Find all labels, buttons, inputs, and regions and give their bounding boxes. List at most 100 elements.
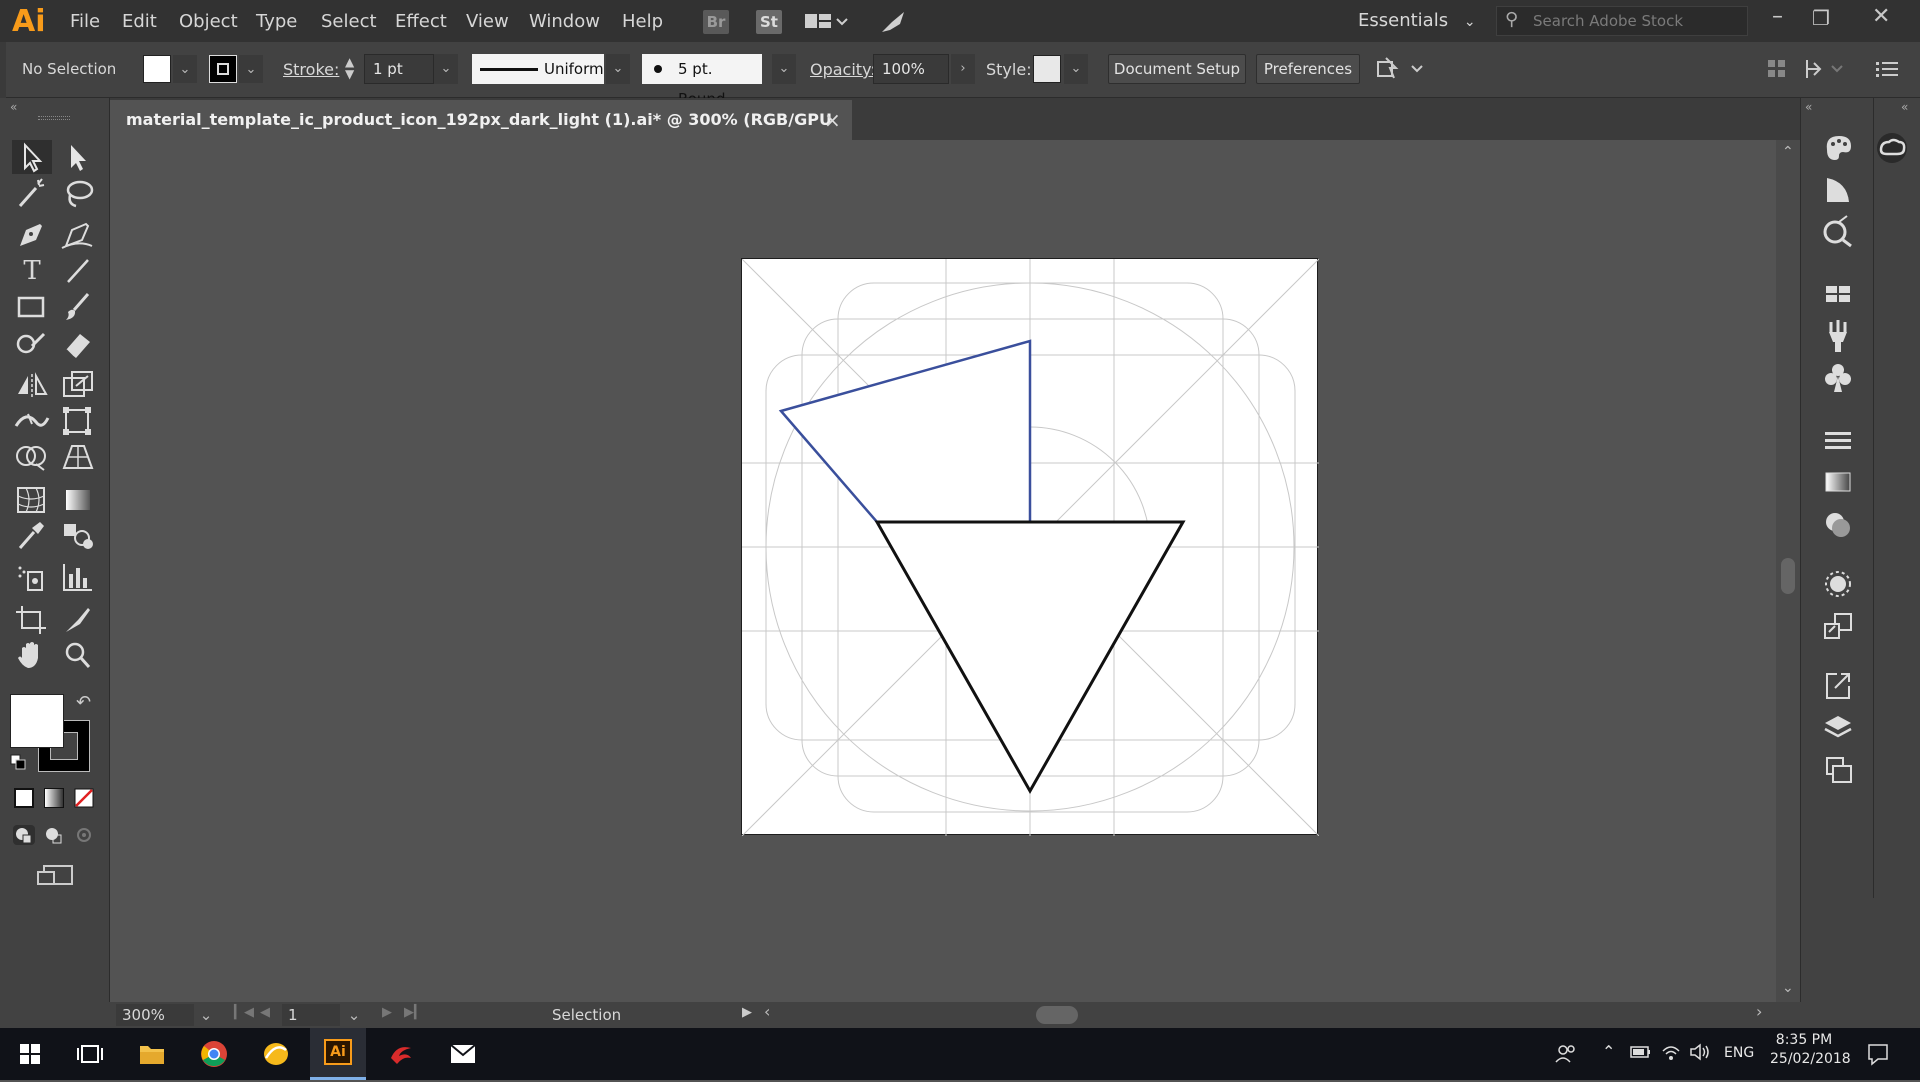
people-icon[interactable]: [1554, 1042, 1578, 1066]
previous-artboard-button[interactable]: ◀: [260, 1005, 270, 1020]
artboard-dropdown[interactable]: ⌄: [344, 1004, 364, 1026]
vertical-scroll-thumb[interactable]: [1781, 558, 1795, 594]
layers-panel-button[interactable]: [1813, 708, 1863, 748]
file-explorer-button[interactable]: [128, 1036, 176, 1072]
bridge-button[interactable]: Br: [703, 10, 729, 34]
transparency-panel-button[interactable]: [1813, 504, 1863, 544]
menu-file[interactable]: File: [70, 11, 100, 32]
artboards-panel-button[interactable]: [1813, 750, 1863, 790]
mail-app-button[interactable]: [252, 1036, 300, 1072]
control-bar-grip[interactable]: [0, 42, 6, 98]
scale-tool[interactable]: [58, 368, 98, 402]
column-graph-tool[interactable]: [58, 560, 98, 594]
brush-definition[interactable]: 5 pt. Round: [642, 54, 762, 108]
battery-icon[interactable]: [1630, 1044, 1652, 1060]
start-button[interactable]: [6, 1036, 54, 1072]
gradient-panel-button[interactable]: [1813, 462, 1863, 502]
minimize-button[interactable]: –: [1772, 4, 1783, 29]
artboard-tool[interactable]: [12, 602, 52, 636]
fill-dropdown[interactable]: ⌄: [173, 55, 197, 83]
stroke-profile-dropdown[interactable]: ⌄: [606, 54, 630, 84]
collapse-dock-icon[interactable]: «: [1805, 100, 1812, 114]
draw-normal-button[interactable]: [12, 824, 36, 846]
type-tool[interactable]: T: [12, 254, 52, 288]
horizontal-scroll-thumb[interactable]: [1036, 1006, 1078, 1024]
draw-behind-button[interactable]: [42, 824, 66, 846]
stroke-weight-field[interactable]: 1 pt: [364, 54, 434, 84]
color-mode-button[interactable]: [14, 788, 34, 808]
menu-type[interactable]: Type: [256, 11, 297, 32]
scroll-left-icon[interactable]: ‹: [764, 1002, 770, 1021]
paintbrush-tool[interactable]: [58, 290, 98, 324]
none-mode-button[interactable]: [74, 788, 94, 808]
appearance-panel-button[interactable]: [1813, 564, 1863, 604]
gradient-tool[interactable]: [58, 482, 98, 516]
opacity-expand-arrow[interactable]: ›: [951, 54, 975, 84]
lasso-tool[interactable]: [58, 176, 98, 210]
close-window-button[interactable]: ✕: [1872, 4, 1890, 29]
gpu-performance-icon[interactable]: [878, 8, 908, 36]
wifi-icon[interactable]: [1660, 1042, 1682, 1062]
eraser-tool[interactable]: [58, 326, 98, 360]
scroll-down-icon[interactable]: ⌄: [1782, 980, 1794, 996]
creative-cloud-libraries-button[interactable]: [1867, 128, 1917, 168]
curvature-tool[interactable]: [58, 218, 98, 252]
task-view-button[interactable]: [66, 1036, 114, 1072]
vertical-scrollbar[interactable]: ⌃ ⌄: [1776, 140, 1800, 1002]
graphic-style-dropdown[interactable]: ⌄: [1064, 54, 1088, 84]
stroke-stepper[interactable]: ▲ ▼: [345, 56, 354, 80]
stroke-panel-button[interactable]: [1813, 420, 1863, 460]
magic-wand-tool[interactable]: [12, 176, 52, 210]
close-tab-button[interactable]: ×: [824, 100, 841, 140]
perspective-grid-tool[interactable]: [58, 440, 98, 474]
fill-swatch[interactable]: [143, 55, 171, 83]
triangle-shape[interactable]: [874, 520, 1186, 795]
expand-dock-icon[interactable]: «: [1901, 100, 1908, 114]
chrome-button[interactable]: [190, 1036, 238, 1072]
clock[interactable]: 8:35 PM 25/02/2018: [1770, 1032, 1851, 1067]
stock-button[interactable]: St: [756, 10, 782, 34]
select-similar-button[interactable]: [1376, 56, 1426, 84]
last-artboard-button[interactable]: ▶▎: [404, 1005, 424, 1020]
menu-effect[interactable]: Effect: [395, 11, 447, 32]
stroke-label[interactable]: Stroke:: [283, 60, 339, 79]
workspace-switcher[interactable]: Essentials ⌄: [1358, 10, 1476, 31]
scroll-up-icon[interactable]: ⌃: [1782, 144, 1794, 160]
transform-panel-icon[interactable]: [1804, 56, 1850, 82]
brushes-panel-button[interactable]: [1813, 316, 1863, 356]
swap-fill-stroke-icon[interactable]: ↶: [76, 692, 91, 713]
document-tab[interactable]: material_template_ic_product_icon_192px_…: [110, 100, 852, 169]
color-panel-button[interactable]: [1813, 128, 1863, 168]
brush-dropdown[interactable]: ⌄: [772, 54, 796, 84]
opacity-field[interactable]: 100%: [873, 54, 949, 84]
swatches-panel-button[interactable]: [1813, 274, 1863, 314]
panel-menu-icon[interactable]: [1874, 58, 1900, 80]
show-hidden-icons-button[interactable]: ⌃: [1602, 1042, 1615, 1061]
reflect-tool[interactable]: [12, 368, 52, 402]
artboard[interactable]: [741, 258, 1320, 837]
graphic-styles-panel-button[interactable]: [1813, 606, 1863, 646]
scroll-right-icon[interactable]: ›: [1756, 1002, 1762, 1021]
collapse-panel-icon[interactable]: «: [10, 100, 17, 114]
mesh-tool[interactable]: [12, 482, 52, 516]
export-panel-button[interactable]: [1813, 666, 1863, 706]
document-setup-button[interactable]: Document Setup: [1108, 54, 1246, 84]
change-screen-mode-button[interactable]: [36, 860, 76, 890]
volume-icon[interactable]: [1688, 1042, 1712, 1062]
first-artboard-button[interactable]: ▎◀: [234, 1005, 254, 1020]
free-transform-tool[interactable]: [58, 404, 98, 438]
selection-tool[interactable]: [12, 140, 52, 174]
blend-tool[interactable]: [58, 518, 98, 552]
menu-window[interactable]: Window: [529, 11, 600, 32]
artboard-number-field[interactable]: 1: [282, 1004, 340, 1026]
input-language[interactable]: ENG: [1724, 1045, 1754, 1061]
illustrator-taskbar-button[interactable]: Ai: [310, 1028, 366, 1080]
menu-object[interactable]: Object: [179, 11, 238, 32]
properties-panel-button[interactable]: [1813, 212, 1863, 252]
status-menu-arrow[interactable]: ▶: [742, 1005, 752, 1020]
default-fill-stroke-icon[interactable]: [10, 754, 26, 770]
menu-edit[interactable]: Edit: [122, 11, 157, 32]
zoom-dropdown[interactable]: ⌄: [196, 1004, 216, 1026]
menu-view[interactable]: View: [466, 11, 509, 32]
rectangle-tool[interactable]: [12, 290, 52, 324]
